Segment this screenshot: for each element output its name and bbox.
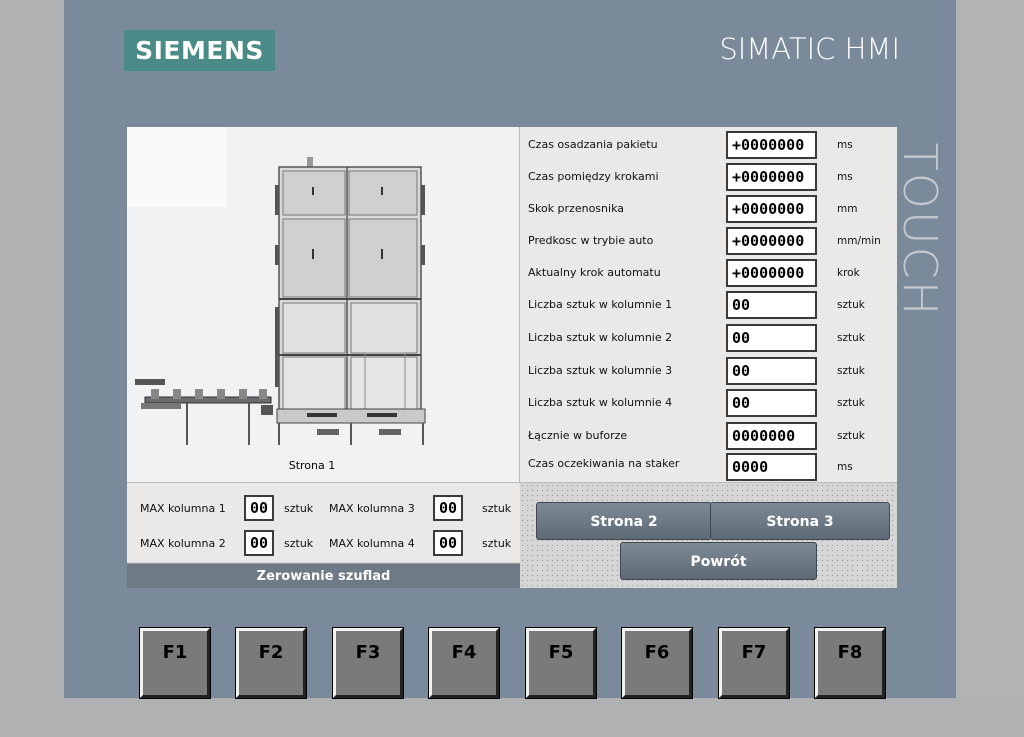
bezel-bottom (0, 698, 1024, 737)
param-row: Liczba sztuk w kolumnie 1 00 sztuk (520, 289, 897, 321)
param-value-field[interactable]: 00 (726, 324, 817, 352)
param-unit: mm (837, 203, 858, 215)
f6-key[interactable]: F6 (621, 627, 693, 699)
max-column-3-unit: sztuk (482, 502, 512, 515)
param-label: Liczba sztuk w kolumnie 4 (528, 396, 673, 409)
simatic-hmi-title: SIMATIC HMI (719, 32, 900, 66)
siemens-logo: SIEMENS (124, 30, 275, 71)
param-unit: sztuk (837, 299, 865, 311)
f7-key[interactable]: F7 (718, 627, 790, 699)
param-value-field[interactable]: 00 (726, 389, 817, 417)
param-value-field[interactable]: 00 (726, 291, 817, 319)
max-column-3-label: MAX kolumna 3 (329, 502, 415, 515)
param-value-field[interactable]: +0000000 (726, 163, 817, 191)
param-label: Skok przenosnika (528, 202, 624, 215)
machine-drawing-image (127, 127, 426, 445)
page-3-button[interactable]: Strona 3 (710, 502, 890, 540)
param-unit: krok (837, 267, 860, 279)
hmi-screen: Strona 1 Czas osadzania pakietu +0000000… (127, 127, 897, 588)
max-column-2-unit: sztuk (284, 537, 314, 550)
param-label: Czas osadzania pakietu (528, 138, 658, 151)
f3-key[interactable]: F3 (332, 627, 404, 699)
param-row: Łącznie w buforze 0000000 sztuk (520, 420, 897, 452)
param-unit: sztuk (837, 365, 865, 377)
page-2-button[interactable]: Strona 2 (536, 502, 712, 540)
param-value-field[interactable]: 00 (726, 357, 817, 385)
param-label: Liczba sztuk w kolumnie 3 (528, 364, 673, 377)
touch-text: TOUCH (893, 142, 947, 318)
param-row: Czas oczekiwania na staker 0000 ms (520, 451, 897, 483)
param-label: Liczba sztuk w kolumnie 2 (528, 331, 673, 344)
max-column-4-unit: sztuk (482, 537, 512, 550)
f4-key[interactable]: F4 (428, 627, 500, 699)
param-value-field[interactable]: +0000000 (726, 195, 817, 223)
param-label: Łącznie w buforze (528, 429, 628, 442)
param-unit: ms (837, 139, 853, 151)
param-label: Aktualny krok automatu (528, 266, 661, 279)
param-value-field[interactable]: 0000 (726, 453, 817, 481)
max-column-1-unit: sztuk (284, 502, 314, 515)
max-column-1-field[interactable]: 00 (244, 495, 274, 521)
machine-drawing-panel: Strona 1 (127, 127, 520, 482)
param-label: Czas oczekiwania na staker (528, 457, 680, 470)
param-row: Skok przenosnika +0000000 mm (520, 193, 897, 225)
f1-key[interactable]: F1 (139, 627, 211, 699)
param-unit: ms (837, 171, 853, 183)
param-row: Czas osadzania pakietu +0000000 ms (520, 129, 897, 161)
param-unit: sztuk (837, 397, 865, 409)
param-label: Predkosc w trybie auto (528, 234, 654, 247)
param-value-field[interactable]: +0000000 (726, 227, 817, 255)
back-button[interactable]: Powrót (620, 542, 817, 580)
max-column-2-field[interactable]: 00 (244, 530, 274, 556)
max-columns-panel: MAX kolumna 1 00 sztuk MAX kolumna 3 00 … (127, 482, 520, 562)
max-column-2-label: MAX kolumna 2 (140, 537, 226, 550)
param-unit: sztuk (837, 430, 865, 442)
max-column-4-field[interactable]: 00 (433, 530, 463, 556)
f2-key[interactable]: F2 (235, 627, 307, 699)
param-value-field[interactable]: 0000000 (726, 422, 817, 450)
touch-label: TOUCH (893, 130, 947, 330)
param-unit: sztuk (837, 332, 865, 344)
param-value-field[interactable]: +0000000 (726, 131, 817, 159)
page-caption: Strona 1 (288, 459, 336, 472)
bezel-left (0, 0, 64, 737)
param-row: Liczba sztuk w kolumnie 3 00 sztuk (520, 355, 897, 387)
param-value-field[interactable]: +0000000 (726, 259, 817, 287)
max-column-4-label: MAX kolumna 4 (329, 537, 415, 550)
param-row: Liczba sztuk w kolumnie 2 00 sztuk (520, 322, 897, 354)
param-unit: ms (837, 461, 853, 473)
reset-drawers-button[interactable]: Zerowanie szuflad (127, 563, 520, 588)
f5-key[interactable]: F5 (525, 627, 597, 699)
param-label: Liczba sztuk w kolumnie 1 (528, 298, 673, 311)
max-column-3-field[interactable]: 00 (433, 495, 463, 521)
param-unit: mm/min (837, 235, 881, 247)
param-row: Czas pomiędzy krokami +0000000 ms (520, 161, 897, 193)
param-row: Liczba sztuk w kolumnie 4 00 sztuk (520, 387, 897, 419)
navigation-panel: Strona 2 Strona 3 Powrót (520, 482, 897, 588)
f8-key[interactable]: F8 (814, 627, 886, 699)
parameters-panel: Czas osadzania pakietu +0000000 ms Czas … (520, 127, 897, 482)
bezel-right (956, 0, 1024, 737)
max-column-1-label: MAX kolumna 1 (140, 502, 226, 515)
param-row: Aktualny krok automatu +0000000 krok (520, 257, 897, 289)
param-row: Predkosc w trybie auto +0000000 mm/min (520, 225, 897, 257)
param-label: Czas pomiędzy krokami (528, 170, 659, 183)
